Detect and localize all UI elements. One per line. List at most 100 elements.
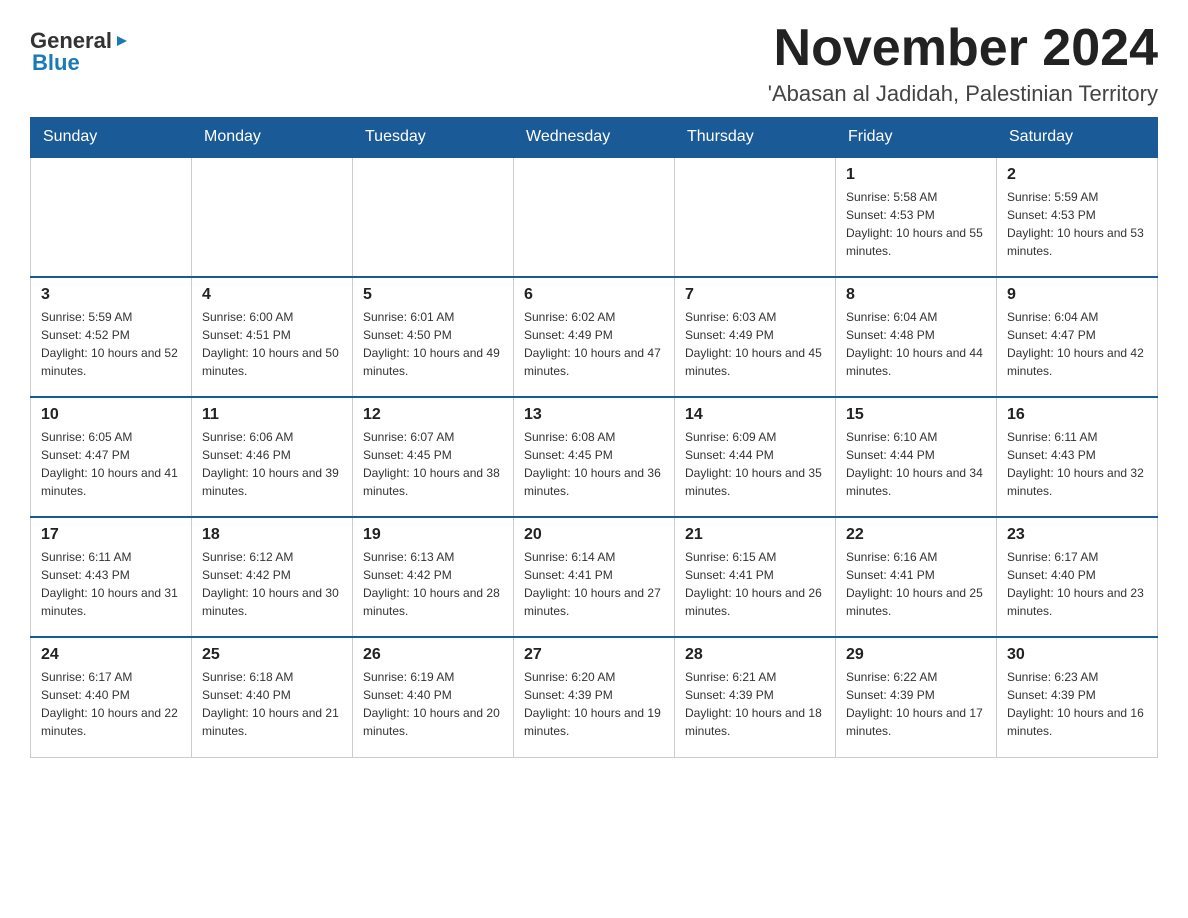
day-number: 12 — [363, 406, 503, 424]
calendar-header-friday: Friday — [836, 118, 997, 158]
calendar-cell: 30Sunrise: 6:23 AMSunset: 4:39 PMDayligh… — [997, 637, 1158, 757]
day-number: 22 — [846, 526, 986, 544]
day-number: 13 — [524, 406, 664, 424]
day-info: Sunrise: 6:04 AMSunset: 4:48 PMDaylight:… — [846, 308, 986, 380]
month-title: November 2024 — [768, 20, 1158, 77]
calendar-cell: 19 Sunrise: 6:13 AMSunset: 4:42 PMDayligh… — [353, 517, 514, 637]
day-info: Sunrise: 6:11 AMSunset: 4:43 PMDaylight:… — [41, 548, 181, 620]
calendar-cell: 15Sunrise: 6:10 AMSunset: 4:44 PMDayligh… — [836, 397, 997, 517]
day-number: 14 — [685, 406, 825, 424]
calendar-cell — [675, 157, 836, 277]
week-row-5: 24Sunrise: 6:17 AMSunset: 4:40 PMDayligh… — [31, 637, 1158, 757]
day-info: Sunrise: 6:00 AMSunset: 4:51 PMDaylight:… — [202, 308, 342, 380]
day-number: 2 — [1007, 166, 1147, 184]
day-number: 16 — [1007, 406, 1147, 424]
calendar-cell: 22 Sunrise: 6:16 AMSunset: 4:41 PMDayligh… — [836, 517, 997, 637]
logo: General Blue — [30, 28, 129, 76]
logo-arrow-icon — [115, 28, 129, 54]
day-info: Sunrise: 5:58 AMSunset: 4:53 PMDaylight:… — [846, 188, 986, 260]
day-number: 10 — [41, 406, 181, 424]
day-info: Sunrise: 5:59 AMSunset: 4:53 PMDaylight:… — [1007, 188, 1147, 260]
day-number: 23 — [1007, 526, 1147, 544]
day-info: Sunrise: 6:11 AMSunset: 4:43 PMDaylight:… — [1007, 428, 1147, 500]
calendar-cell: 23 Sunrise: 6:17 AMSunset: 4:40 PMDayligh… — [997, 517, 1158, 637]
week-row-4: 17 Sunrise: 6:11 AMSunset: 4:43 PMDayligh… — [31, 517, 1158, 637]
day-info: Sunrise: 6:13 AMSunset: 4:42 PMDaylight:… — [363, 548, 503, 620]
calendar-cell: 13 Sunrise: 6:08 AMSunset: 4:45 PMDayligh… — [514, 397, 675, 517]
day-info: Sunrise: 6:12 AMSunset: 4:42 PMDaylight:… — [202, 548, 342, 620]
day-info: Sunrise: 6:18 AMSunset: 4:40 PMDaylight:… — [202, 668, 342, 740]
day-number: 8 — [846, 286, 986, 304]
calendar-cell: 26 Sunrise: 6:19 AMSunset: 4:40 PMDayligh… — [353, 637, 514, 757]
calendar-cell: 10 Sunrise: 6:05 AMSunset: 4:47 PMDayligh… — [31, 397, 192, 517]
day-info: Sunrise: 6:17 AMSunset: 4:40 PMDaylight:… — [41, 668, 181, 740]
calendar-header-thursday: Thursday — [675, 118, 836, 158]
calendar-cell — [192, 157, 353, 277]
calendar-cell: 27Sunrise: 6:20 AMSunset: 4:39 PMDayligh… — [514, 637, 675, 757]
day-number: 21 — [685, 526, 825, 544]
calendar-header-sunday: Sunday — [31, 118, 192, 158]
calendar-cell: 11Sunrise: 6:06 AMSunset: 4:46 PMDayligh… — [192, 397, 353, 517]
day-info: Sunrise: 6:20 AMSunset: 4:39 PMDaylight:… — [524, 668, 664, 740]
calendar-cell — [514, 157, 675, 277]
day-info: Sunrise: 6:17 AMSunset: 4:40 PMDaylight:… — [1007, 548, 1147, 620]
day-info: Sunrise: 6:19 AMSunset: 4:40 PMDaylight:… — [363, 668, 503, 740]
day-info: Sunrise: 6:05 AMSunset: 4:47 PMDaylight:… — [41, 428, 181, 500]
calendar-cell: 8 Sunrise: 6:04 AMSunset: 4:48 PMDaylight… — [836, 277, 997, 397]
page-header: General Blue November 2024 'Abasan al Ja… — [30, 20, 1158, 107]
day-info: Sunrise: 6:06 AMSunset: 4:46 PMDaylight:… — [202, 428, 342, 500]
calendar-cell: 5 Sunrise: 6:01 AMSunset: 4:50 PMDaylight… — [353, 277, 514, 397]
calendar-cell: 14 Sunrise: 6:09 AMSunset: 4:44 PMDayligh… — [675, 397, 836, 517]
calendar-cell: 4 Sunrise: 6:00 AMSunset: 4:51 PMDaylight… — [192, 277, 353, 397]
day-info: Sunrise: 6:15 AMSunset: 4:41 PMDaylight:… — [685, 548, 825, 620]
day-info: Sunrise: 6:07 AMSunset: 4:45 PMDaylight:… — [363, 428, 503, 500]
day-number: 1 — [846, 166, 986, 184]
calendar-cell: 7Sunrise: 6:03 AMSunset: 4:49 PMDaylight… — [675, 277, 836, 397]
week-row-3: 10 Sunrise: 6:05 AMSunset: 4:47 PMDayligh… — [31, 397, 1158, 517]
day-info: Sunrise: 6:03 AMSunset: 4:49 PMDaylight:… — [685, 308, 825, 380]
calendar-cell: 18Sunrise: 6:12 AMSunset: 4:42 PMDayligh… — [192, 517, 353, 637]
title-section: November 2024 'Abasan al Jadidah, Palest… — [768, 20, 1158, 107]
calendar-cell: 12 Sunrise: 6:07 AMSunset: 4:45 PMDayligh… — [353, 397, 514, 517]
day-number: 5 — [363, 286, 503, 304]
day-number: 17 — [41, 526, 181, 544]
calendar-cell: 9 Sunrise: 6:04 AMSunset: 4:47 PMDaylight… — [997, 277, 1158, 397]
day-number: 20 — [524, 526, 664, 544]
calendar-cell: 20 Sunrise: 6:14 AMSunset: 4:41 PMDayligh… — [514, 517, 675, 637]
logo-blue-text: Blue — [32, 50, 80, 76]
calendar-header-tuesday: Tuesday — [353, 118, 514, 158]
day-number: 19 — [363, 526, 503, 544]
calendar-cell: 28 Sunrise: 6:21 AMSunset: 4:39 PMDayligh… — [675, 637, 836, 757]
day-info: Sunrise: 6:04 AMSunset: 4:47 PMDaylight:… — [1007, 308, 1147, 380]
day-info: Sunrise: 6:08 AMSunset: 4:45 PMDaylight:… — [524, 428, 664, 500]
calendar-cell: 3Sunrise: 5:59 AMSunset: 4:52 PMDaylight… — [31, 277, 192, 397]
day-info: Sunrise: 6:22 AMSunset: 4:39 PMDaylight:… — [846, 668, 986, 740]
day-info: Sunrise: 6:16 AMSunset: 4:41 PMDaylight:… — [846, 548, 986, 620]
day-number: 9 — [1007, 286, 1147, 304]
day-info: Sunrise: 6:09 AMSunset: 4:44 PMDaylight:… — [685, 428, 825, 500]
location: 'Abasan al Jadidah, Palestinian Territor… — [768, 81, 1158, 107]
calendar-cell: 6 Sunrise: 6:02 AMSunset: 4:49 PMDaylight… — [514, 277, 675, 397]
calendar-cell: 2 Sunrise: 5:59 AMSunset: 4:53 PMDaylight… — [997, 157, 1158, 277]
day-number: 15 — [846, 406, 986, 424]
calendar-header-wednesday: Wednesday — [514, 118, 675, 158]
week-row-2: 3Sunrise: 5:59 AMSunset: 4:52 PMDaylight… — [31, 277, 1158, 397]
calendar-cell: 16 Sunrise: 6:11 AMSunset: 4:43 PMDayligh… — [997, 397, 1158, 517]
calendar-cell — [31, 157, 192, 277]
day-number: 26 — [363, 646, 503, 664]
day-info: Sunrise: 6:23 AMSunset: 4:39 PMDaylight:… — [1007, 668, 1147, 740]
day-number: 29 — [846, 646, 986, 664]
day-number: 4 — [202, 286, 342, 304]
calendar-cell — [353, 157, 514, 277]
calendar-header-monday: Monday — [192, 118, 353, 158]
calendar-cell: 25Sunrise: 6:18 AMSunset: 4:40 PMDayligh… — [192, 637, 353, 757]
day-number: 6 — [524, 286, 664, 304]
calendar-header-row: SundayMondayTuesdayWednesdayThursdayFrid… — [31, 118, 1158, 158]
day-info: Sunrise: 5:59 AMSunset: 4:52 PMDaylight:… — [41, 308, 181, 380]
day-info: Sunrise: 6:21 AMSunset: 4:39 PMDaylight:… — [685, 668, 825, 740]
day-info: Sunrise: 6:01 AMSunset: 4:50 PMDaylight:… — [363, 308, 503, 380]
day-info: Sunrise: 6:02 AMSunset: 4:49 PMDaylight:… — [524, 308, 664, 380]
calendar-cell: 1 Sunrise: 5:58 AMSunset: 4:53 PMDaylight… — [836, 157, 997, 277]
day-info: Sunrise: 6:14 AMSunset: 4:41 PMDaylight:… — [524, 548, 664, 620]
day-number: 28 — [685, 646, 825, 664]
